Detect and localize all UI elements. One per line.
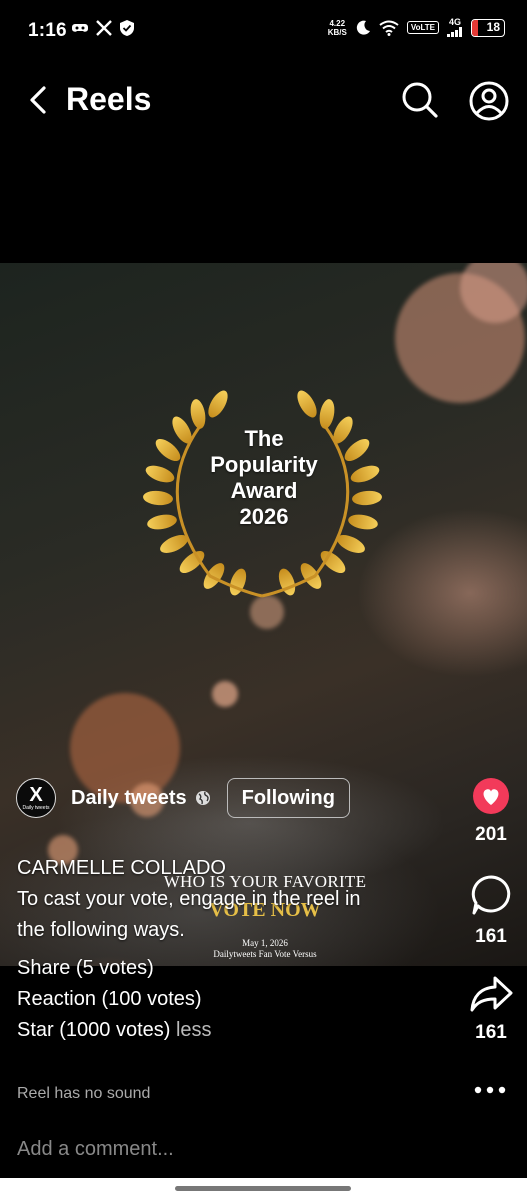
moon-icon xyxy=(356,20,370,35)
status-bar: 1:16 4.22 KB/S VoLTE 4G 18 xyxy=(0,0,527,64)
home-gesture-handle[interactable] xyxy=(175,1186,351,1191)
comment-count: 161 xyxy=(475,926,507,947)
status-time: 1:16 xyxy=(28,20,67,41)
battery-indicator: 18 xyxy=(471,18,505,37)
following-button[interactable]: Following xyxy=(226,778,350,818)
search-button[interactable] xyxy=(400,80,440,120)
comment-bar xyxy=(0,1128,527,1174)
caption-less-link[interactable]: less xyxy=(176,1019,212,1041)
share-arrow-icon xyxy=(470,976,513,1012)
page-title: Reels xyxy=(66,81,152,117)
volte-badge: VoLTE xyxy=(406,21,439,34)
bokeh-light xyxy=(212,681,238,707)
award-title: The Popularity Award 2026 xyxy=(210,426,318,529)
globe-icon xyxy=(195,791,210,805)
avatar[interactable]: X Daily tweets xyxy=(16,778,56,818)
status-right-icons: 4.22 KB/S VoLTE 4G 18 xyxy=(328,18,505,37)
author-name[interactable]: Daily tweets xyxy=(71,787,187,810)
signal-bars-icon xyxy=(447,27,462,37)
x-logo-icon xyxy=(96,20,112,36)
network-speed: 4.22 KB/S xyxy=(327,18,347,37)
wifi-icon xyxy=(379,20,399,36)
heart-icon xyxy=(473,778,509,814)
user-circle-icon xyxy=(469,81,509,121)
comment-input[interactable] xyxy=(17,1138,507,1161)
status-left-icons xyxy=(72,20,134,36)
reel-caption[interactable]: CARMELLE COLLADO To cast your vote, enga… xyxy=(17,853,447,1046)
cellular-signal: 4G xyxy=(447,18,463,37)
author-row: X Daily tweets Daily tweets Following xyxy=(16,777,350,819)
share-button[interactable]: 161 xyxy=(466,975,516,1044)
more-options-icon[interactable] xyxy=(470,1080,510,1100)
profile-button[interactable] xyxy=(468,80,510,122)
like-button[interactable]: 201 xyxy=(466,777,516,846)
chevron-left-icon xyxy=(30,86,46,114)
game-controller-icon xyxy=(72,24,88,32)
shield-check-icon xyxy=(120,20,134,36)
share-count: 161 xyxy=(475,1022,507,1043)
comment-button[interactable]: 161 xyxy=(466,873,516,948)
back-button[interactable] xyxy=(22,82,54,118)
comment-bubble-icon xyxy=(471,875,511,915)
reels-header: Reels xyxy=(0,64,527,136)
like-count: 201 xyxy=(475,824,507,845)
system-nav-bar xyxy=(0,1178,527,1200)
no-sound-note: Reel has no sound xyxy=(17,1085,151,1102)
search-icon xyxy=(402,82,438,118)
battery-level xyxy=(472,19,478,36)
